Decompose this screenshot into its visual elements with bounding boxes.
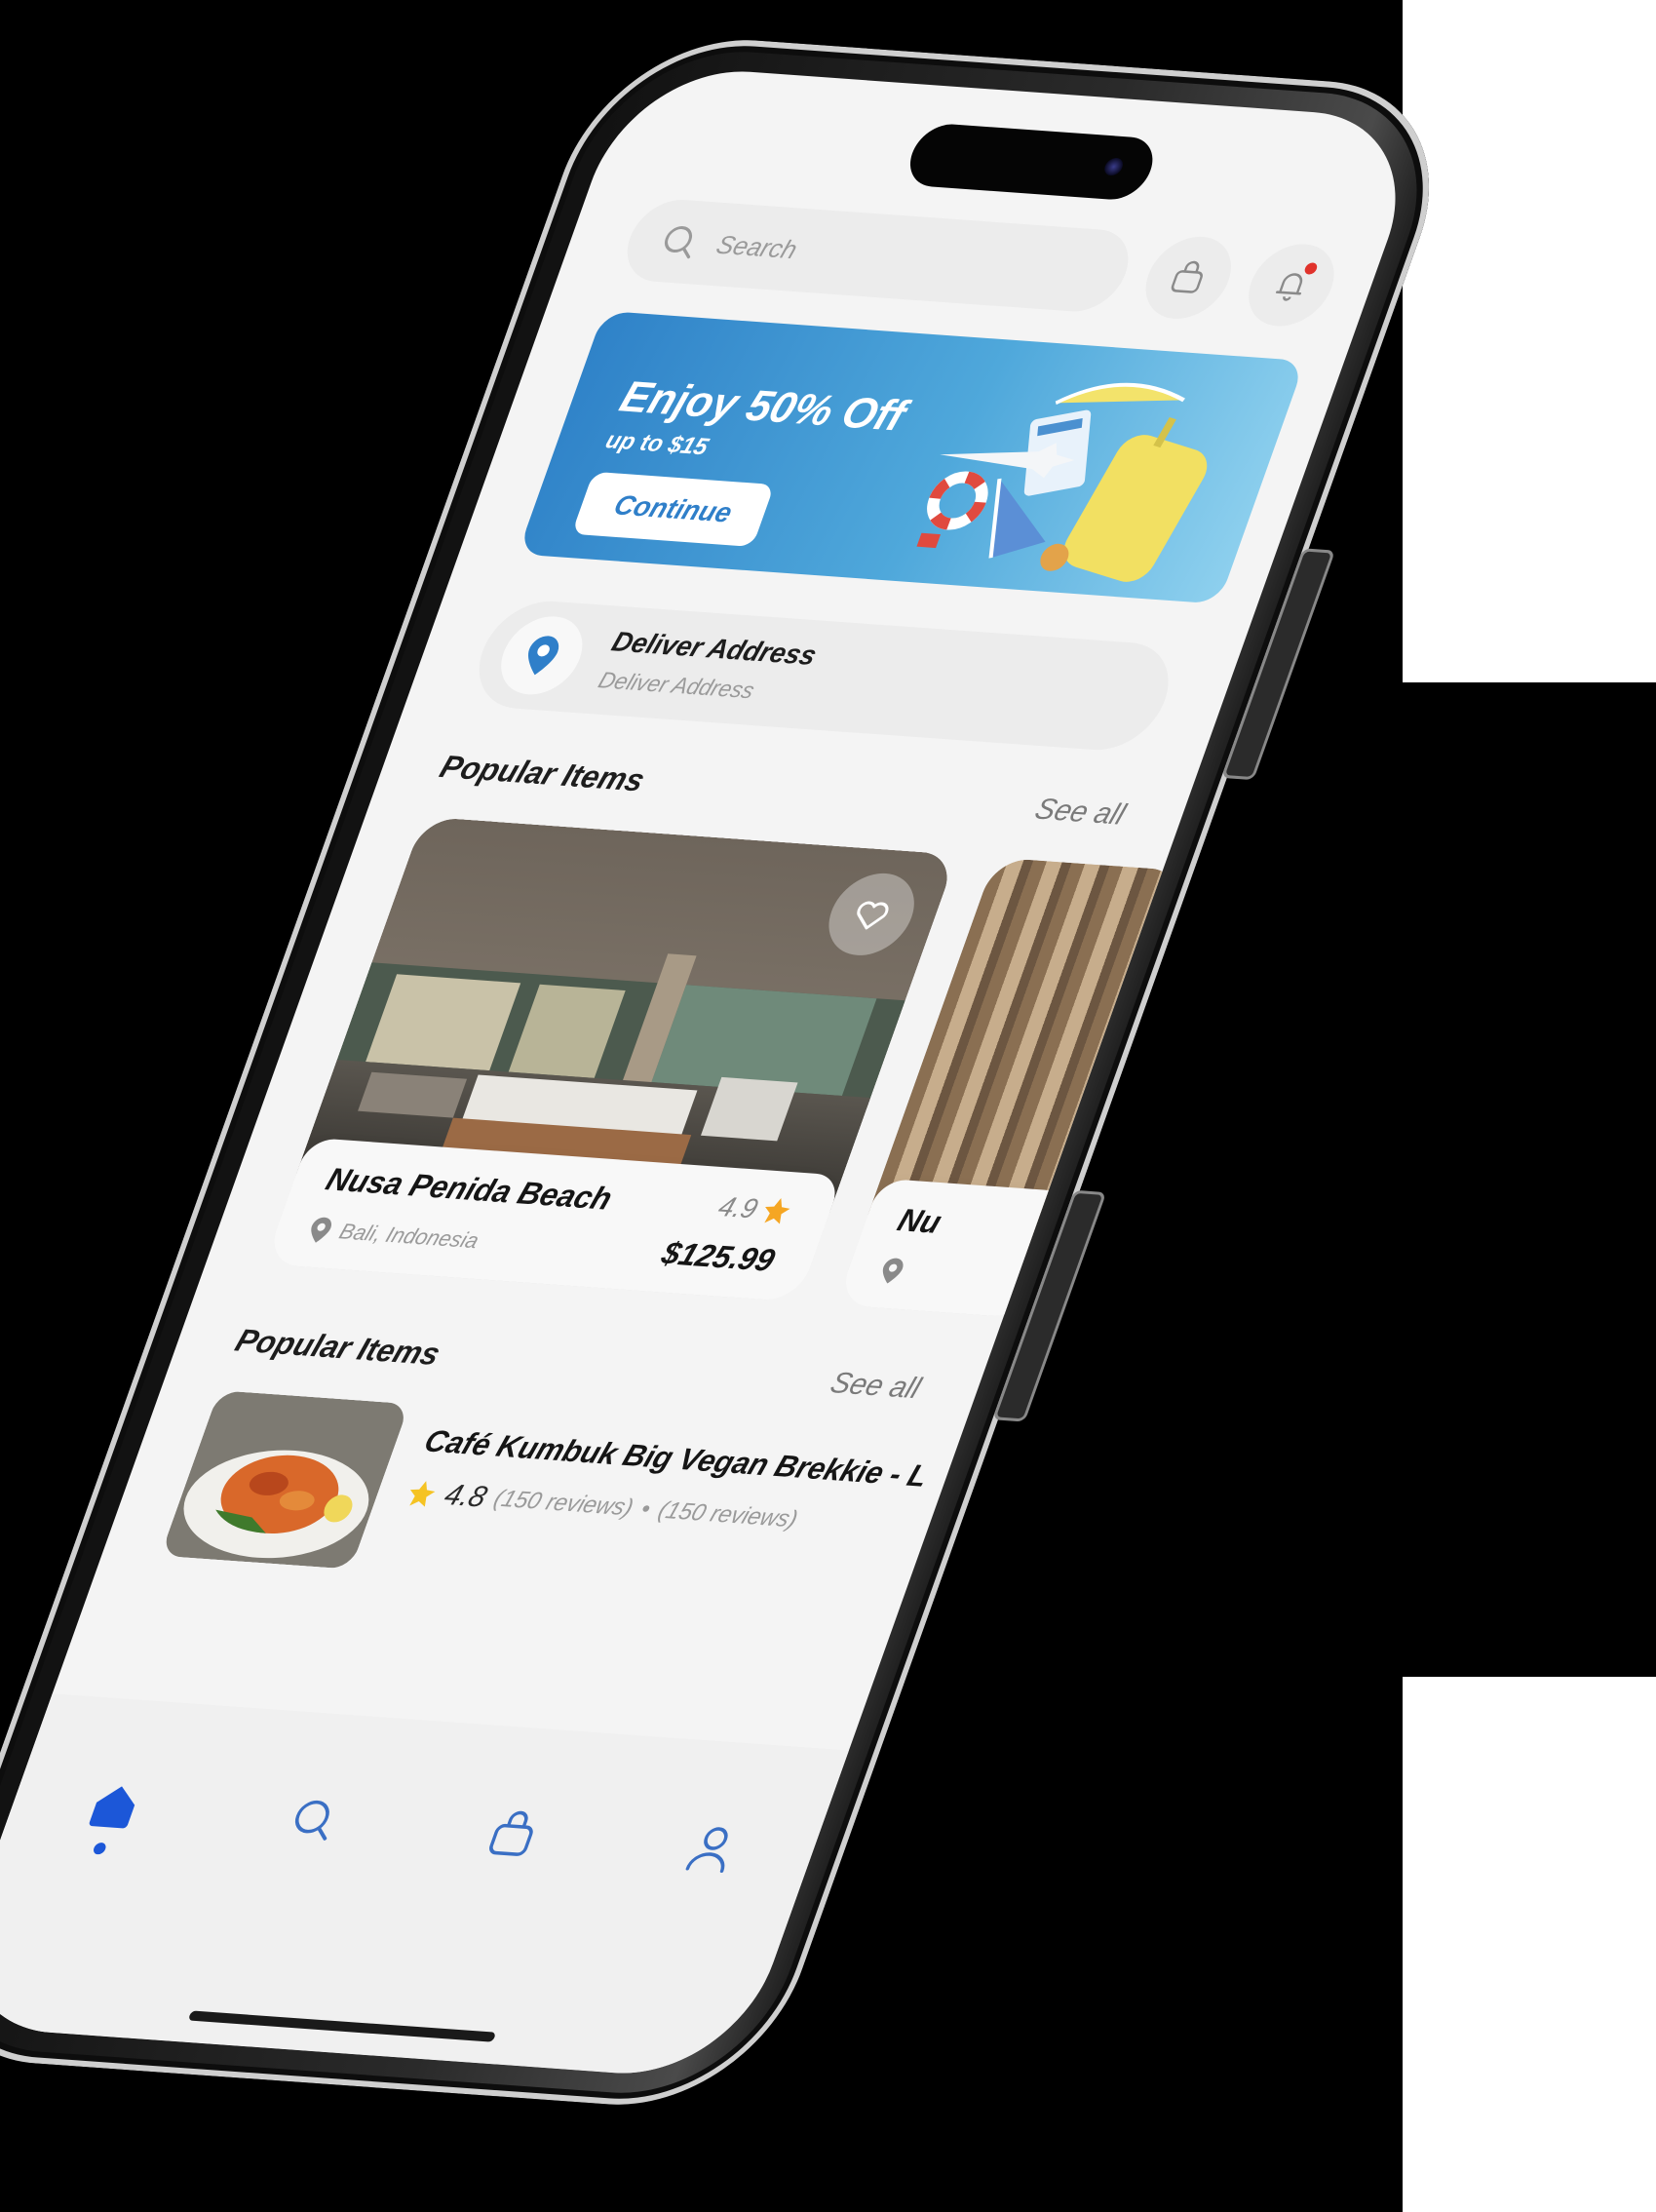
nav-home[interactable] [52, 1776, 163, 1879]
promo-banner[interactable]: Enjoy 50% Off up to $15 Continue [517, 310, 1306, 604]
cart-button[interactable] [1134, 234, 1244, 322]
location-pin-icon [882, 1258, 904, 1284]
review-count: (150 reviews) [654, 1496, 802, 1533]
item-name: Nu [893, 1201, 946, 1240]
continue-button[interactable]: Continue [571, 471, 775, 547]
separator-dot: • [636, 1495, 655, 1523]
review-count: (150 reviews) [489, 1485, 637, 1522]
popular-items-header: Popular Items See all [435, 749, 1130, 834]
section-title: Popular Items [230, 1322, 445, 1373]
item-name: Nusa Penida Beach [321, 1161, 618, 1217]
notification-badge [1302, 262, 1319, 275]
bag-icon [488, 1810, 533, 1856]
active-indicator [91, 1842, 107, 1855]
search-icon [294, 1800, 329, 1841]
address-pin [489, 613, 595, 698]
list-item-rating: 4.8 [440, 1478, 491, 1514]
dynamic-island [901, 122, 1162, 202]
see-all-link[interactable]: See all [1030, 793, 1130, 832]
see-all-link[interactable]: See all [826, 1366, 925, 1405]
item-price: $125.99 [657, 1234, 781, 1278]
food-thumbnail [160, 1390, 410, 1570]
list-item[interactable]: Café Kumbuk Big Vegan Brekkie - L 4.8 (1… [160, 1390, 933, 1606]
deliver-address-card[interactable]: Deliver Address Deliver Address [463, 598, 1184, 754]
location-pin-icon [311, 1217, 331, 1243]
star-icon [409, 1481, 436, 1507]
item-card[interactable]: Nusa Penida Beach 4.9 Bali, Indonesia $1… [264, 816, 958, 1302]
bag-icon [1171, 260, 1203, 293]
search-icon [664, 226, 693, 259]
item-rating: 4.9 [713, 1191, 796, 1227]
address-subtitle: Deliver Address [595, 667, 758, 704]
nav-bag[interactable] [449, 1805, 560, 1907]
item-location: Bali, Indonesia [305, 1216, 482, 1255]
stage: Search Enjoy 50% Off up to $15 Continue … [0, 0, 1656, 2212]
nav-search[interactable] [250, 1790, 362, 1892]
nav-profile[interactable] [649, 1818, 760, 1921]
home-indicator[interactable] [187, 2010, 497, 2042]
search-placeholder: Search [712, 229, 802, 264]
home-icon [89, 1786, 135, 1829]
travel-illustration-icon [916, 382, 1208, 582]
profile-icon [685, 1827, 728, 1873]
banner-subtitle: up to $15 [601, 427, 712, 461]
location-text: Bali, Indonesia [335, 1219, 482, 1254]
camera-icon [1101, 157, 1126, 176]
rating-value: 4.9 [713, 1190, 762, 1224]
popular-items-header: Popular Items See all [231, 1322, 926, 1407]
star-icon [764, 1197, 790, 1224]
food-photo [160, 1390, 410, 1570]
phone-mockup: Search Enjoy 50% Off up to $15 Continue … [0, 30, 1472, 2115]
item-location [876, 1257, 906, 1285]
search-bar[interactable]: Search [615, 197, 1140, 315]
background-band [1403, 1677, 1656, 2212]
top-bar: Search [614, 194, 1347, 331]
address-title: Deliver Address [607, 626, 822, 671]
bottom-nav [0, 1693, 849, 2081]
heart-icon [857, 901, 889, 930]
location-pin-icon [528, 636, 559, 676]
notification-button[interactable] [1236, 241, 1346, 330]
list-item-meta: 4.8 (150 reviews) • (150 reviews) [402, 1476, 802, 1536]
app-screen: Search Enjoy 50% Off up to $15 Continue … [0, 63, 1431, 2081]
section-title: Popular Items [435, 748, 650, 798]
